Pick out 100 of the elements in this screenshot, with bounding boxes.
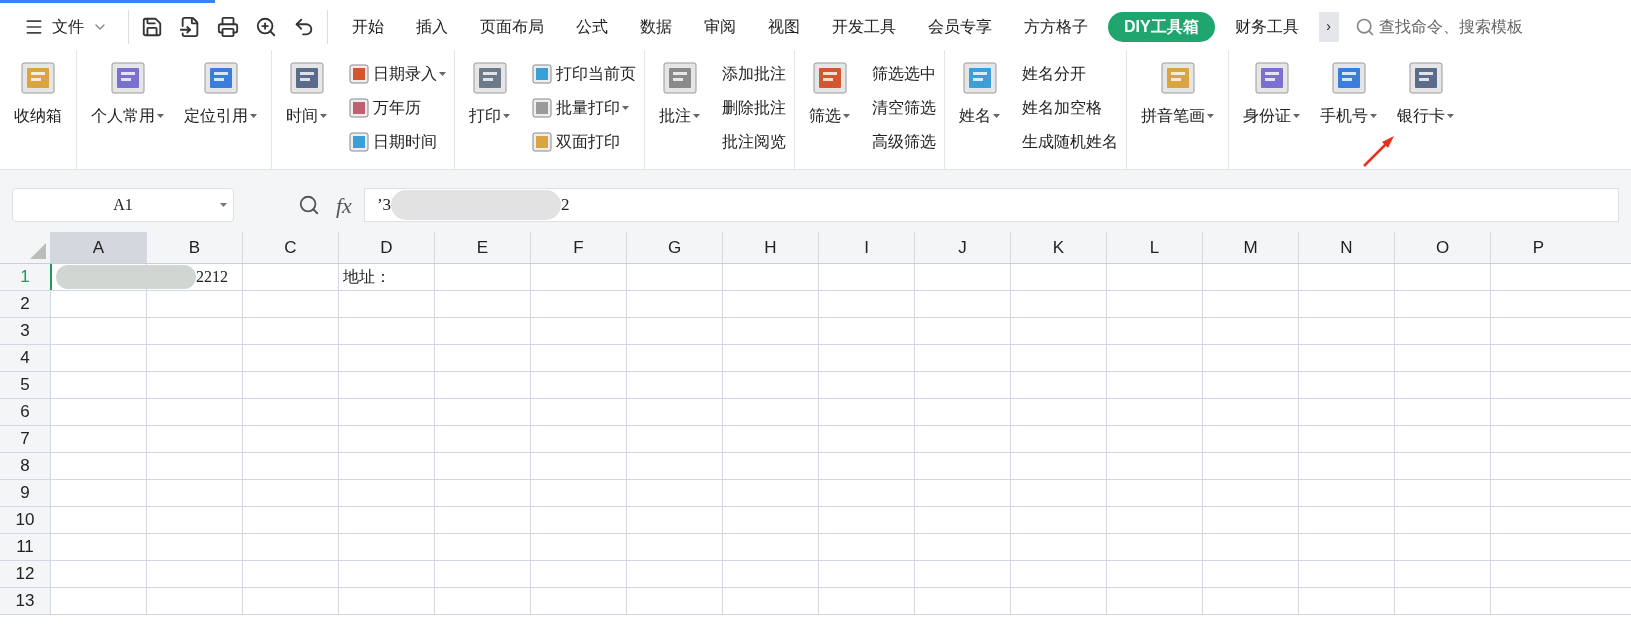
column-header[interactable]: O	[1394, 232, 1490, 263]
tool-icon	[532, 64, 552, 84]
ribbon-tab[interactable]: 视图	[756, 11, 812, 42]
ribbon-button[interactable]: 身份证	[1237, 60, 1306, 128]
ribbon-button[interactable]: 手机号	[1314, 60, 1383, 128]
column-header[interactable]: I	[818, 232, 914, 263]
save-icon[interactable]	[141, 15, 163, 38]
file-menu[interactable]: 文件	[16, 8, 116, 45]
ribbon-button[interactable]: 姓名分开	[1022, 60, 1118, 88]
column-header[interactable]: B	[146, 232, 242, 263]
ribbon-tab[interactable]: 会员专享	[916, 11, 1004, 42]
column-header[interactable]: C	[242, 232, 338, 263]
row-header[interactable]: 10	[0, 507, 50, 533]
row-header[interactable]: 8	[0, 453, 50, 479]
dropdown-caret-icon	[157, 114, 164, 118]
ribbon-tab[interactable]: 财务工具	[1222, 11, 1311, 42]
ribbon-tab[interactable]: 方方格子	[1012, 11, 1100, 42]
column-header[interactable]: M	[1202, 232, 1298, 263]
ribbon-button[interactable]: 批注阅览	[722, 128, 786, 156]
name-box[interactable]: A1	[12, 188, 234, 222]
cell-text: 2212	[196, 267, 228, 287]
row-header[interactable]: 6	[0, 399, 50, 425]
tool-icon	[812, 62, 847, 94]
ribbon-button[interactable]: 添加批注	[722, 60, 786, 88]
ribbon-button[interactable]: 时间	[280, 60, 333, 128]
column-header[interactable]: J	[914, 232, 1010, 263]
ribbon-tab[interactable]: 公式	[564, 11, 620, 42]
column-header[interactable]: P	[1490, 232, 1586, 263]
tool-icon	[472, 62, 507, 94]
ribbon-button[interactable]: 收纳箱	[8, 60, 68, 128]
column-header[interactable]: K	[1010, 232, 1106, 263]
row-header[interactable]: 9	[0, 480, 50, 506]
ribbon-button[interactable]: 姓名加空格	[1022, 94, 1118, 122]
row-header[interactable]: 12	[0, 561, 50, 587]
row-header[interactable]: 11	[0, 534, 50, 560]
ribbon-button[interactable]: 拼音笔画	[1135, 60, 1220, 128]
ribbon-button[interactable]: 清空筛选	[872, 94, 936, 122]
tool-icon	[21, 62, 55, 94]
tool-icon	[662, 62, 697, 94]
row-header[interactable]: 2	[0, 291, 50, 317]
tool-icon	[110, 62, 145, 94]
ribbon-button[interactable]: 筛选	[803, 60, 856, 128]
ribbon-button[interactable]: 高级筛选	[872, 128, 936, 156]
ribbon-tab[interactable]: 插入	[404, 11, 460, 42]
ribbon-button[interactable]: 打印	[463, 60, 516, 128]
dropdown-caret-icon	[693, 114, 700, 118]
ribbon-button[interactable]: 姓名	[953, 60, 1006, 128]
function-label[interactable]: fx	[336, 188, 352, 222]
ribbon-button[interactable]: 生成随机姓名	[1022, 128, 1118, 156]
tool-icon	[532, 98, 552, 118]
column-header[interactable]: H	[722, 232, 818, 263]
dropdown-caret-icon	[320, 114, 327, 118]
tool-icon	[349, 132, 369, 152]
ribbon-tab[interactable]: 开发工具	[820, 11, 908, 42]
dropdown-caret-icon	[993, 114, 1000, 118]
ribbon-button[interactable]: 万年历	[349, 94, 446, 122]
ribbon-button[interactable]: 日期录入	[349, 60, 446, 88]
tool-icon	[1254, 62, 1289, 94]
tool-icon	[289, 62, 324, 94]
dropdown-caret-icon	[1207, 114, 1214, 118]
ribbon-button[interactable]: 定位引用	[178, 60, 263, 128]
column-header[interactable]: L	[1106, 232, 1202, 263]
column-header[interactable]: D	[338, 232, 434, 263]
tool-icon	[1408, 62, 1443, 94]
search-field[interactable]: 查找命令、搜索模板	[1354, 14, 1559, 39]
column-header[interactable]: A	[50, 232, 146, 263]
tool-icon	[962, 62, 997, 94]
dropdown-caret-icon	[1293, 114, 1300, 118]
cell-text: 地址：	[343, 267, 391, 287]
row-header[interactable]: 13	[0, 588, 50, 614]
ribbon-tab[interactable]: 开始	[340, 11, 396, 42]
ribbon-button[interactable]: 双面打印	[532, 128, 636, 156]
row-header[interactable]: 7	[0, 426, 50, 452]
tool-icon	[532, 132, 552, 152]
ribbon-button[interactable]: 删除批注	[722, 94, 786, 122]
dropdown-caret-icon	[503, 114, 510, 118]
ribbon-tab[interactable]: 审阅	[692, 11, 748, 42]
ribbon-button[interactable]: 个人常用	[85, 60, 170, 128]
column-header[interactable]: E	[434, 232, 530, 263]
row-header[interactable]: 5	[0, 372, 50, 398]
ribbon-button[interactable]: 批注	[653, 60, 706, 128]
formula-field[interactable]: ’3 2	[363, 188, 1619, 222]
column-header[interactable]: N	[1298, 232, 1394, 263]
ribbon-tab[interactable]: 页面布局	[468, 11, 556, 42]
ribbon-button[interactable]: 银行卡	[1391, 60, 1460, 128]
tool-icon	[349, 98, 369, 118]
export-icon[interactable]	[179, 15, 201, 38]
print-icon[interactable]	[217, 15, 239, 38]
pointer-arrow	[1362, 134, 1396, 168]
column-header[interactable]: G	[626, 232, 722, 263]
tool-icon	[203, 62, 238, 94]
column-header[interactable]: F	[530, 232, 626, 263]
more-tabs-button[interactable]: ›	[1318, 11, 1339, 42]
ribbon-button[interactable]: 打印当前页	[532, 60, 636, 88]
ribbon-button[interactable]: 日期时间	[349, 128, 446, 156]
ribbon-tab[interactable]: 数据	[628, 11, 684, 42]
ribbon-button[interactable]: 筛选选中	[872, 60, 936, 88]
row-header[interactable]: 4	[0, 345, 50, 371]
ribbon-button[interactable]: 批量打印	[532, 94, 636, 122]
row-header[interactable]: 3	[0, 318, 50, 344]
